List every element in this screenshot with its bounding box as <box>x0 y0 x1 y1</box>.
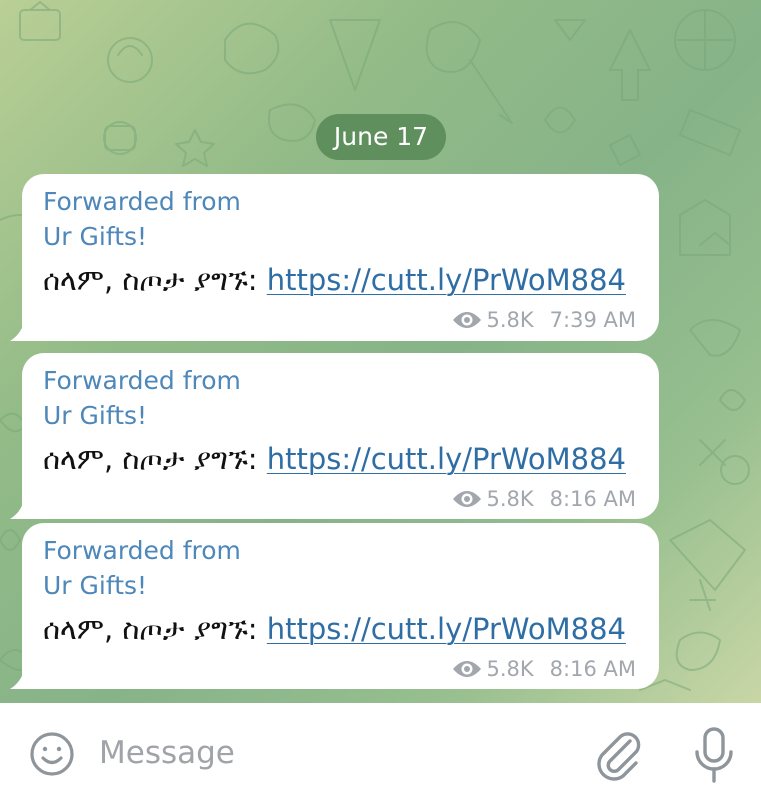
paperclip-icon[interactable] <box>592 727 646 781</box>
forwarded-source-link[interactable]: Ur Gifts! <box>43 399 147 433</box>
eye-icon <box>452 491 481 507</box>
view-count: 5.8K <box>486 487 534 511</box>
message-text: ሰላም, ስጦታ ያግኙ: https://cutt.ly/PrWoM884 <box>43 610 626 648</box>
view-count: 5.8K <box>486 657 534 681</box>
message-bubble[interactable]: Forwarded from Ur Gifts! ሰላም, ስጦታ ያግኙ: h… <box>10 353 659 519</box>
microphone-icon[interactable] <box>690 725 738 785</box>
smile-icon[interactable] <box>28 730 76 778</box>
message-composer <box>0 703 761 800</box>
message-bubble[interactable]: Forwarded from Ur Gifts! ሰላም, ስጦታ ያግኙ: h… <box>10 523 659 689</box>
forwarded-source-link[interactable]: Ur Gifts! <box>43 220 147 254</box>
bubble-tail <box>10 671 24 689</box>
message-body: ሰላም, ስጦታ ያግኙ: <box>43 442 267 476</box>
telegram-channel-screen: June 17 Forwarded from Ur Gifts! ሰላም, ስጦ… <box>0 0 761 800</box>
message-text: ሰላም, ስጦታ ያግኙ: https://cutt.ly/PrWoM884 <box>43 440 626 478</box>
message-time: 8:16 AM <box>549 487 636 511</box>
message-time: 7:39 AM <box>549 308 636 332</box>
chat-background[interactable]: June 17 Forwarded from Ur Gifts! ሰላም, ስጦ… <box>0 0 761 703</box>
bubble-tail <box>10 501 24 519</box>
message-link[interactable]: https://cutt.ly/PrWoM884 <box>267 442 626 476</box>
message-text: ሰላም, ስጦታ ያግኙ: https://cutt.ly/PrWoM884 <box>43 261 626 299</box>
message-link[interactable]: https://cutt.ly/PrWoM884 <box>267 612 626 646</box>
forwarded-label: Forwarded from <box>43 536 241 565</box>
message-link[interactable]: https://cutt.ly/PrWoM884 <box>267 263 626 297</box>
forwarded-source-link[interactable]: Ur Gifts! <box>43 569 147 603</box>
message-meta: 5.8K 8:16 AM <box>452 484 636 514</box>
message-input[interactable] <box>99 725 559 781</box>
message-body: ሰላም, ስጦታ ያግኙ: <box>43 612 267 646</box>
message-meta: 5.8K 8:16 AM <box>452 654 636 684</box>
forwarded-label: Forwarded from <box>43 366 241 395</box>
eye-icon <box>452 312 481 328</box>
bubble-tail <box>10 323 24 341</box>
message-meta: 5.8K 7:39 AM <box>452 305 636 335</box>
eye-icon <box>452 661 481 677</box>
message-body: ሰላም, ስጦታ ያግኙ: <box>43 263 267 297</box>
view-count: 5.8K <box>486 308 534 332</box>
date-separator: June 17 <box>316 114 446 160</box>
message-bubble[interactable]: Forwarded from Ur Gifts! ሰላም, ስጦታ ያግኙ: h… <box>10 174 659 341</box>
forwarded-label: Forwarded from <box>43 187 241 216</box>
message-time: 8:16 AM <box>549 657 636 681</box>
